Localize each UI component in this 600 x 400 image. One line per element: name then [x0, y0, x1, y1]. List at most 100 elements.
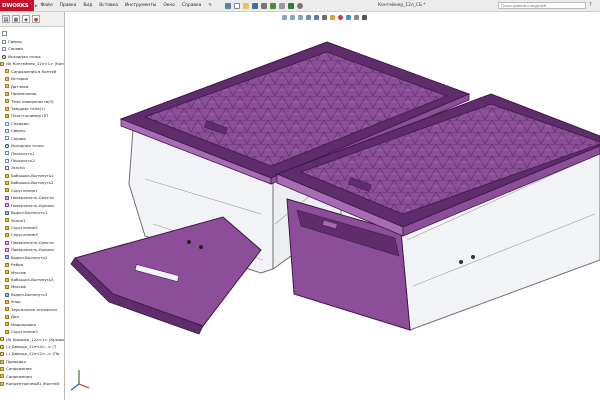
feature-tree-item[interactable]: Массив — [0, 269, 64, 276]
feature-tree-item-label: Сопряжения в Контей — [11, 68, 57, 74]
feature-tree-item[interactable]: Вырез-Вытянуть1 — [0, 209, 64, 216]
edit-appearance-icon[interactable] — [338, 14, 343, 20]
feature-tree-item[interactable]: Бобышка-Вытянуть2 — [0, 179, 64, 186]
app-logo[interactable]: DWORKS — [0, 0, 34, 11]
view-orientation-icon[interactable] — [314, 14, 319, 20]
feature-tree-item-label: Маркировка — [11, 321, 36, 327]
display-manager-tab-icon[interactable]: ● — [32, 15, 40, 23]
feature-tree-item[interactable]: Спереди — [0, 120, 64, 127]
print-icon[interactable] — [261, 2, 268, 9]
menu-file[interactable]: Файл — [41, 3, 53, 8]
container-left-door[interactable] — [74, 216, 262, 327]
feature-tree-item-label: Сопряжение — [6, 366, 32, 372]
folder-icon — [5, 69, 9, 74]
filter-icon[interactable] — [2, 30, 7, 36]
graphics-viewport[interactable] — [65, 24, 600, 400]
feature-tree-item[interactable]: Поверхность-Удлини — [0, 246, 64, 253]
menu-window[interactable]: Окно — [163, 3, 175, 8]
previous-view-icon[interactable] — [298, 14, 303, 20]
menu-expand-arrow-icon[interactable]: ▸ — [35, 3, 38, 9]
folder-icon — [0, 381, 4, 386]
feature-tree-item-label: Тела поверхности(3) — [11, 98, 54, 104]
feature-tree-item[interactable]: Сопряжения — [0, 373, 64, 380]
feature-tree-item[interactable]: Поверхность-Смести — [0, 239, 64, 246]
help-question-icon[interactable]: ? — [589, 2, 592, 8]
feature-tree-item[interactable]: Вырез-Вытянуть2 — [0, 254, 64, 261]
monitor-icon[interactable] — [362, 14, 367, 20]
feature-tree-item[interactable]: Сопряжения в Контей — [0, 68, 64, 75]
feature-tree-item[interactable]: Сверху — [0, 127, 64, 134]
feature-tree-item-label: Справа — [11, 135, 26, 141]
feature-tree-item[interactable]: Концентричный1 (Контей — [0, 380, 64, 387]
configuration-manager-tab-icon[interactable]: ◈ — [22, 15, 30, 23]
feature-tree-item[interactable]: Справа — [0, 45, 64, 52]
feature-tree-item[interactable]: История — [0, 75, 64, 82]
zoom-fit-icon[interactable] — [282, 14, 287, 20]
menu-tools[interactable]: Инструменты — [125, 3, 156, 8]
feature-tree-item[interactable]: Упор — [0, 298, 64, 305]
feature-tree-item[interactable]: Справа — [0, 135, 64, 142]
feature-tree-item[interactable]: Деа — [0, 313, 64, 320]
feature-tree-item[interactable]: Исходная точка — [0, 53, 64, 60]
feat-icon — [5, 188, 9, 193]
feature-tree-item[interactable]: Зеркальное отражени — [0, 306, 64, 313]
apply-scene-icon[interactable] — [346, 14, 351, 20]
menu-pin-icon[interactable]: ✎ — [208, 3, 212, 8]
search-input[interactable] — [498, 2, 586, 9]
feature-tree-item[interactable]: (-) Дверца_12л<2> -> (По — [0, 350, 64, 357]
menu-help[interactable]: Справка — [182, 3, 201, 8]
home-icon[interactable] — [225, 2, 232, 9]
section-view-icon[interactable] — [306, 14, 311, 20]
feature-tree-item[interactable]: Ребро — [0, 261, 64, 268]
menu-edit[interactable]: Правка — [60, 3, 77, 8]
feature-tree-item[interactable]: Сверху — [0, 38, 64, 45]
open-folder-icon[interactable] — [243, 2, 250, 9]
feature-tree-item[interactable]: Бобышка-Вытянуть1 — [0, 172, 64, 179]
feature-tree-item[interactable]: Скругление3 — [0, 231, 64, 238]
feature-tree-item[interactable]: Массив — [0, 283, 64, 290]
feature-tree-item[interactable]: Бобышка-Вытянуть3 — [0, 276, 64, 283]
new-doc-icon[interactable] — [234, 2, 241, 9]
menu-view[interactable]: Вид — [83, 3, 92, 8]
feature-tree-item[interactable]: Скругление3 — [0, 328, 64, 335]
feature-tree-item-label: Поверхность-Смести — [11, 239, 54, 245]
hide-show-items-icon[interactable] — [330, 14, 335, 20]
feature-tree-item[interactable]: Маркировка — [0, 321, 64, 328]
menu-insert[interactable]: Вставка — [99, 3, 118, 8]
feature-tree-item[interactable]: Примечания — [0, 90, 64, 97]
feature-tree-item[interactable]: (-) Дверца_12л<4> -> (Т — [0, 343, 64, 350]
feature-tree-item[interactable]: Твердые тела(1) — [0, 105, 64, 112]
save-icon[interactable] — [252, 2, 259, 9]
feature-tree-item[interactable]: Поверхность-Смести — [0, 194, 64, 201]
folder-icon — [0, 359, 4, 364]
feature-tree-item-label: Бобышка-Вытянуть1 — [11, 172, 54, 178]
feature-tree-item[interactable]: Исходная точка — [0, 142, 64, 149]
feature-tree-item[interactable]: Сопряжение — [0, 365, 64, 372]
feature-tree-tab-icon[interactable]: ▤ — [2, 15, 10, 23]
feature-tree-item[interactable]: Проводка — [0, 358, 64, 365]
plane-icon — [5, 121, 9, 126]
feature-tree-item[interactable]: Эскиз1 — [0, 164, 64, 171]
display-style-icon[interactable] — [322, 14, 327, 20]
zoom-area-icon[interactable] — [290, 14, 295, 20]
model-scene[interactable] — [65, 24, 600, 400]
undo-icon[interactable] — [270, 2, 277, 9]
view-settings-icon[interactable] — [354, 14, 359, 20]
feature-tree-item[interactable]: Поверхность-Удлини — [0, 202, 64, 209]
feature-tree-item[interactable]: Датчики — [0, 83, 64, 90]
feature-tree-item[interactable]: (б) Крышка_12л<1> (Крышк — [0, 336, 64, 343]
feature-tree-item[interactable]: Тела поверхности(3) — [0, 98, 64, 105]
feature-tree-item[interactable]: Уклон1 — [0, 217, 64, 224]
rebuild-icon[interactable] — [288, 2, 295, 9]
feature-tree-item[interactable]: (б) Контейнер_12л<1> (Конт — [0, 60, 64, 67]
feature-tree-item-label: Справа — [8, 46, 23, 52]
feature-tree-item[interactable]: Плоскость1 — [0, 150, 64, 157]
options-gear-icon[interactable] — [297, 2, 304, 9]
feature-tree-item[interactable]: Скругление1 — [0, 187, 64, 194]
property-manager-tab-icon[interactable]: ▦ — [12, 15, 20, 23]
feature-tree-item[interactable]: Плоскость2 — [0, 157, 64, 164]
feature-tree-item[interactable]: Вырез-Вытянуть3 — [0, 291, 64, 298]
select-arrow-icon[interactable] — [279, 2, 286, 9]
feature-tree-item[interactable]: Скругление2 — [0, 224, 64, 231]
feature-tree-item[interactable]: Пластполимер ПП — [0, 112, 64, 119]
